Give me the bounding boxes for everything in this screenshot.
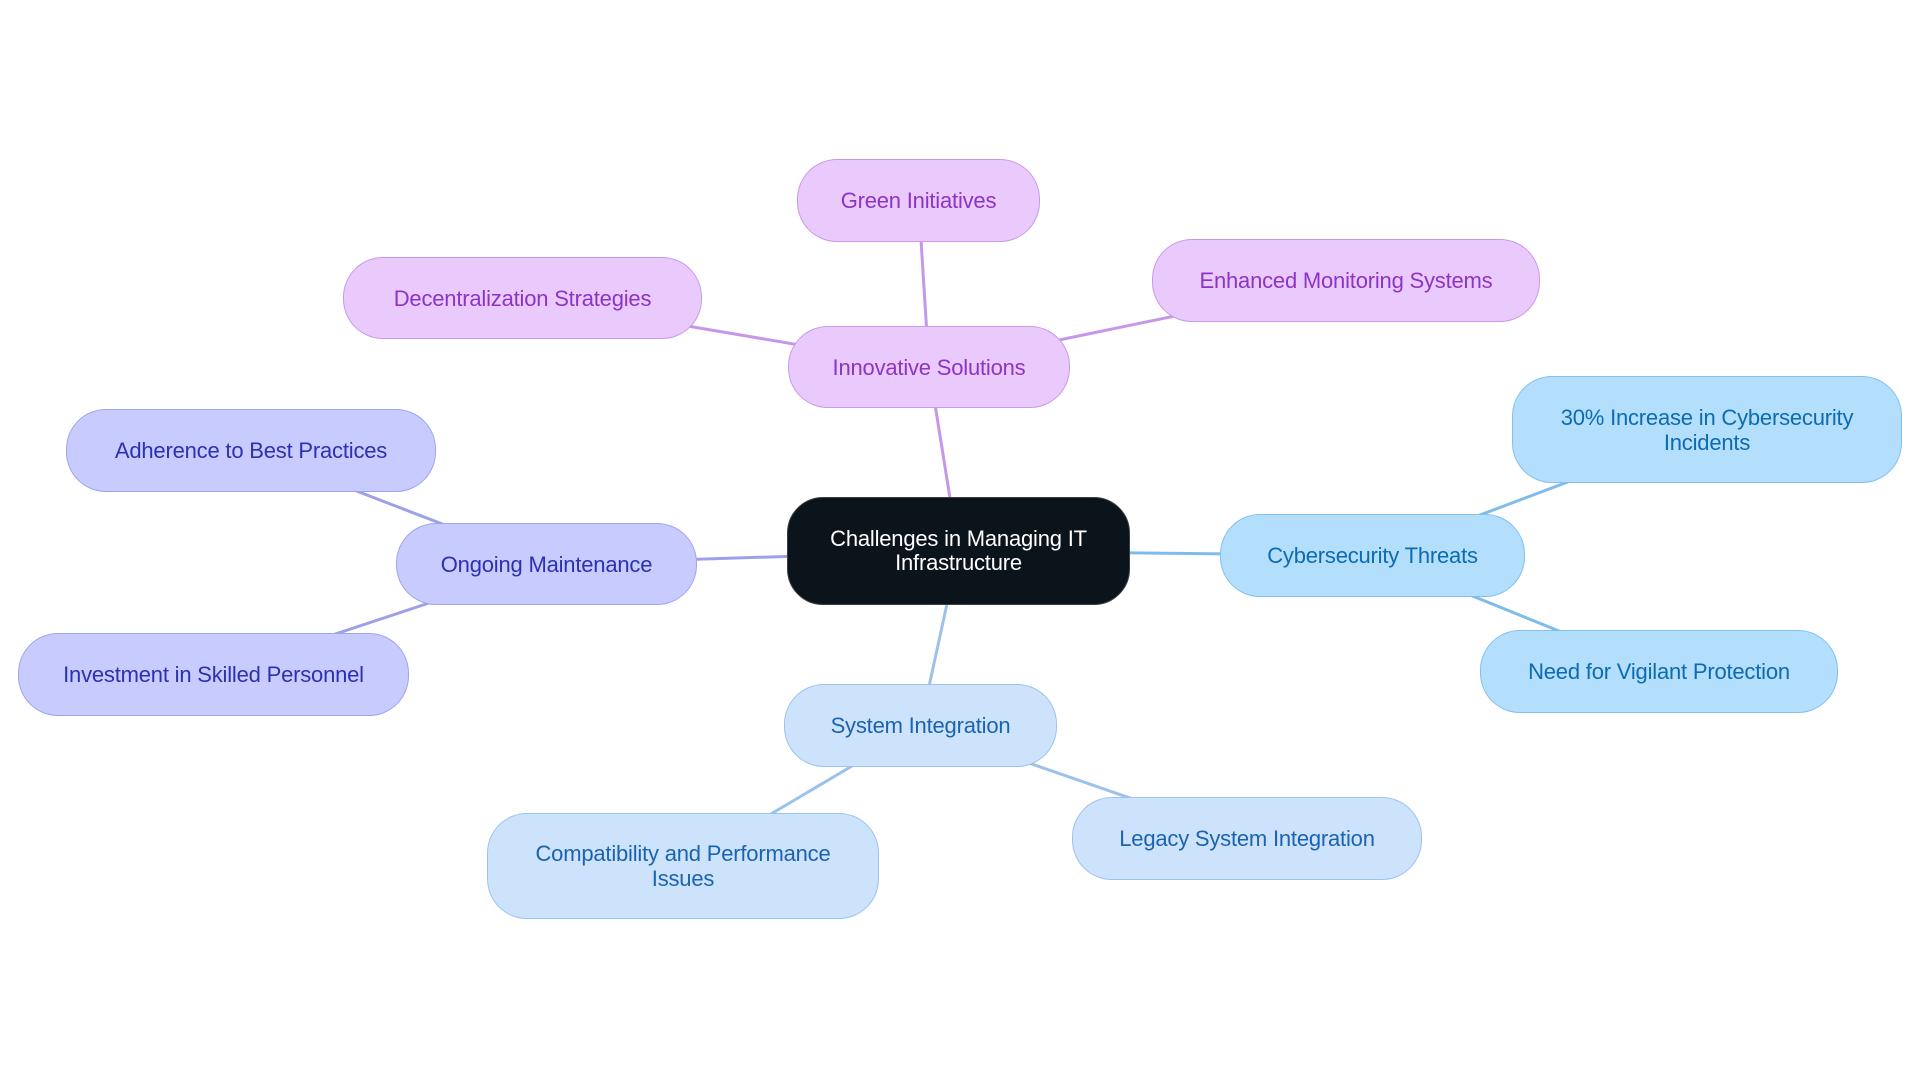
node-root-challenges[interactable]: Challenges in Managing IT Infrastructure xyxy=(787,497,1130,605)
node-label: Adherence to Best Practices xyxy=(114,438,388,463)
node-decentralization-strategies[interactable]: Decentralization Strategies xyxy=(343,257,702,339)
node-ongoing-maintenance[interactable]: Ongoing Maintenance xyxy=(396,523,697,605)
node-compatibility-and-performance-issues[interactable]: Compatibility and Performance Issues xyxy=(487,813,879,919)
node-system-integration[interactable]: System Integration xyxy=(784,684,1057,767)
node-label: Green Initiatives xyxy=(840,188,997,213)
node-label: Enhanced Monitoring Systems xyxy=(1199,268,1493,293)
node-innovative-solutions[interactable]: Innovative Solutions xyxy=(788,326,1070,408)
node-label: Innovative Solutions xyxy=(832,354,1026,380)
node-investment-in-skilled-personnel[interactable]: Investment in Skilled Personnel xyxy=(18,633,409,716)
node-30-percent-increase-incidents[interactable]: 30% Increase in Cybersecurity Incidents xyxy=(1512,376,1902,483)
node-label: Compatibility and Performance Issues xyxy=(535,841,831,891)
node-green-initiatives[interactable]: Green Initiatives xyxy=(797,159,1040,242)
node-enhanced-monitoring-systems[interactable]: Enhanced Monitoring Systems xyxy=(1152,239,1540,322)
node-label: Ongoing Maintenance xyxy=(440,551,653,577)
node-label: Need for Vigilant Protection xyxy=(1528,659,1790,684)
node-need-for-vigilant-protection[interactable]: Need for Vigilant Protection xyxy=(1480,630,1838,713)
node-label: 30% Increase in Cybersecurity Incidents xyxy=(1560,404,1854,455)
node-label: Legacy System Integration xyxy=(1119,826,1375,851)
node-legacy-system-integration[interactable]: Legacy System Integration xyxy=(1072,797,1422,880)
node-label: Investment in Skilled Personnel xyxy=(63,662,364,687)
node-label: System Integration xyxy=(830,713,1011,738)
node-label: Decentralization Strategies xyxy=(393,285,652,311)
node-label: Challenges in Managing IT Infrastructure xyxy=(830,526,1087,575)
node-cybersecurity-threats[interactable]: Cybersecurity Threats xyxy=(1220,514,1525,597)
node-adherence-to-best-practices[interactable]: Adherence to Best Practices xyxy=(66,409,436,492)
mind-map: Challenges in Managing IT Infrastructure… xyxy=(0,0,1920,1083)
node-label: Cybersecurity Threats xyxy=(1267,543,1478,568)
